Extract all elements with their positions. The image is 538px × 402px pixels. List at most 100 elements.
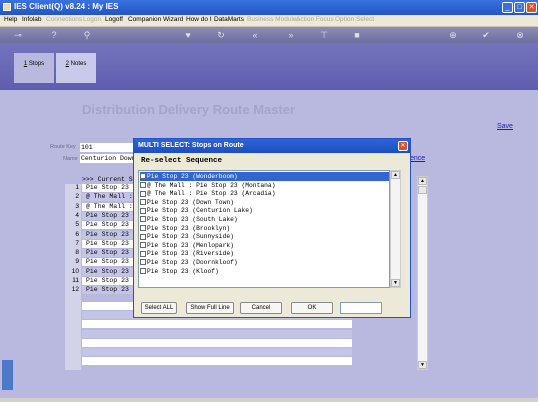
minimize-icon[interactable]: _ [502,2,513,13]
list-item-label: Pie Stop 23 (Down Town) [147,198,234,206]
name-field[interactable]: Centurion Down [80,154,140,163]
empty-table-row[interactable] [82,348,352,357]
cancel-button[interactable]: Cancel [240,302,282,314]
checkbox[interactable] [140,259,146,266]
menu-item: Action Focus [296,16,334,23]
row-number: 5 [75,221,79,229]
menu-item[interactable]: DataMarts [214,16,244,23]
empty-table-row[interactable] [82,329,352,338]
scroll-up-icon[interactable]: ▲ [418,177,427,185]
window-titlebar[interactable]: IES Client(Q) v8.24 : My IES _ □ ✕ [0,0,538,15]
checkbox[interactable] [140,216,146,223]
checkbox[interactable] [140,267,146,274]
maximize-icon[interactable]: □ [514,2,525,13]
checkbox[interactable] [140,242,146,249]
ok-button[interactable]: OK [291,302,333,314]
menu-item[interactable]: Help [4,16,17,23]
tab-number: 1 [23,61,28,67]
side-badge[interactable] [2,360,13,390]
help-icon[interactable]: ? [49,30,59,40]
tab-strip: 1 Stops 2 Notes [0,43,538,90]
tab-stops[interactable]: 1 Stops [14,53,54,83]
scroll-down-icon[interactable]: ▼ [418,361,427,369]
rewind-icon[interactable]: « [250,30,260,40]
close-icon[interactable]: ✕ [526,2,537,13]
menu-item[interactable]: Wizard [163,16,183,23]
row-number: 3 [75,202,79,210]
filter-icon[interactable]: ⊤ [319,30,329,40]
list-item-label: Pie Stop 23 (Riverside) [147,250,234,258]
checkbox[interactable] [140,181,146,188]
list-item[interactable]: Pie Stop 23 (Kloof) [140,267,389,276]
empty-table-row[interactable] [82,320,352,329]
menu-item[interactable]: How do I [186,16,212,23]
select-all-button[interactable]: Select ALL [141,302,177,314]
route-key-label: Route Key [50,144,76,150]
menu-item[interactable]: Logoff [105,16,123,23]
tab-label: Stops [28,61,45,67]
row-number: 7 [75,239,79,247]
name-label: Name [63,156,78,162]
checkbox[interactable] [140,233,146,240]
menu-item: Option Select [335,16,375,23]
heart-icon[interactable]: ♥ [183,30,193,40]
menu-item[interactable]: Companion [128,16,161,23]
route-key-field[interactable]: 101 [80,143,140,152]
checkbox[interactable] [140,207,146,214]
search-icon[interactable]: ⚲ [82,30,92,40]
stops-checklist: Pie Stop 23 (Wonderboom) @ The Mall : Pie… [138,170,390,288]
check-icon[interactable]: ✔ [481,30,491,40]
dialog-subtitle: Re-select Sequence [141,157,223,165]
list-item-label: @ The Mall : Pie Stop 23 (Arcadia) [147,190,276,198]
list-scrollbar[interactable]: ▲ ▼ [390,170,401,288]
row-number: 1 [75,184,79,191]
forward-icon[interactable]: » [286,30,296,40]
multi-select-dialog: MULTI SELECT: Stops on Route ✕ Re-select… [133,138,411,318]
list-item-label: Pie Stop 23 (Doornkloof) [147,259,238,266]
cancel-icon[interactable]: ⊗ [515,30,525,40]
sequence-link[interactable]: ence [410,155,425,162]
empty-table-row[interactable] [82,357,352,366]
status-line [0,398,538,402]
show-full-line-button[interactable]: Show Full Line [186,302,234,314]
list-item-label: Pie Stop 23 (Centurion Lake) [147,207,253,215]
menu-item[interactable]: Infolab [22,16,42,23]
checkbox[interactable] [140,199,146,206]
scroll-up-icon[interactable]: ▲ [391,171,400,179]
menu-bar: Help Infolab Connections Logon Logoff Compani… [0,15,538,27]
list-item-label: Pie Stop 23 (Kloof) [147,267,219,275]
checkbox[interactable] [140,190,146,197]
stop-icon[interactable]: ■ [352,30,362,40]
row-number: 10 [71,267,79,275]
list-item-label: Pie Stop 23 (South Lake) [147,216,238,223]
tab-label: Notes [70,61,87,67]
dialog-close-icon[interactable]: ✕ [398,141,408,151]
checkbox[interactable] [140,250,146,257]
row-number: 6 [75,230,79,238]
checkbox[interactable] [140,173,146,180]
key-icon[interactable]: ⊸ [8,30,28,40]
grid-header: >>> Current St [82,176,137,183]
empty-table-row[interactable] [82,338,352,347]
scroll-down-icon[interactable]: ▼ [391,279,400,287]
scroll-thumb[interactable] [418,186,427,194]
list-item-label: Pie Stop 23 (Wonderboom) [147,173,238,180]
menu-item: Business Modules [247,16,300,23]
toolbar: ⊸ ? ⚲ ♥ ↻ « » ⊤ ■ ⊕ ✔ ⊗ [0,27,538,43]
tab-notes[interactable]: 2 Notes [56,53,96,83]
window-title: IES Client(Q) v8.24 : My IES [14,2,119,11]
row-number: 11 [72,277,79,284]
menu-item: Logon [83,16,102,23]
checkbox[interactable] [140,224,146,231]
tab-number: 2 [65,61,69,67]
list-item-label: Pie Stop 23 (Sunnyside) [147,233,234,241]
dialog-input[interactable] [340,302,382,314]
grid-scrollbar[interactable]: ▲ ▼ [417,176,428,370]
app-icon [3,3,11,11]
grid-row-numbers: 1 2 3 4 5 6 7 8 9 10 11 12 [65,184,81,370]
add-icon[interactable]: ⊕ [448,30,458,40]
refresh-icon[interactable]: ↻ [216,30,226,40]
page-title: Distribution Delivery Route Master [82,102,296,117]
list-item-label: @ The Mall : Pie Stop 23 (Montana) [147,181,276,189]
save-link[interactable]: Save [497,123,513,130]
